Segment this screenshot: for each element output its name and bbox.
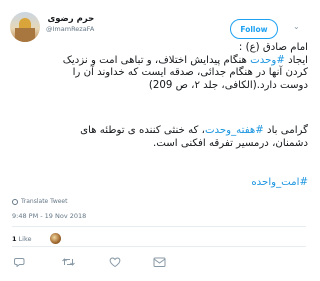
tweet-text: هنگام پیدایش اختلاف، و تباهی امت و نزدیک xyxy=(62,54,251,66)
divider xyxy=(12,226,306,227)
likes-label: Like xyxy=(18,235,32,243)
heart-icon xyxy=(109,257,121,268)
tweet-line: امام صادق (ع) : xyxy=(238,42,308,53)
tweet-text-paragraph-2: گرامی باد #هفته_وحدت، که خنثی کننده ی تو… xyxy=(8,125,308,150)
tweet-actions-bar xyxy=(0,255,318,269)
divider xyxy=(12,246,306,247)
user-info[interactable]: حرم رضوی @ImamRezaFA xyxy=(46,14,94,34)
tweet-line: دوست دارد.(الکافی، جلد ۲، ص 209) xyxy=(148,79,308,91)
more-options-chevron-down-icon[interactable]: ⌄ xyxy=(293,22,300,31)
like-button[interactable] xyxy=(109,255,121,269)
globe-icon xyxy=(12,198,18,205)
follow-button[interactable]: Follow xyxy=(230,19,278,39)
tweet-line: ایجاد #وحدت هنگام پیدایش اختلاف، و تباهی… xyxy=(8,55,308,68)
retweet-icon xyxy=(62,258,75,266)
hashtag-link[interactable]: #امت_واحده xyxy=(251,177,308,188)
tweet-line: دشمنان، درمسیر تفرقه افکنی است. xyxy=(152,137,308,149)
hashtag-link[interactable]: #وحدت xyxy=(250,55,285,66)
likes-number: 1 xyxy=(12,235,17,243)
tweet-text-paragraph-3: #امت_واحده xyxy=(8,177,308,190)
translate-tweet-link[interactable]: Translate Tweet xyxy=(12,198,67,205)
translate-label[interactable]: Translate Tweet xyxy=(21,198,67,205)
envelope-icon xyxy=(153,257,166,267)
tweet-line: گرامی باد #هفته_وحدت، که خنثی کننده ی تو… xyxy=(8,125,308,138)
tweet-timestamp[interactable]: 9:48 PM - 19 Nov 2018 xyxy=(12,212,86,220)
hashtag-link[interactable]: #هفته_وحدت xyxy=(205,125,264,136)
retweet-button[interactable] xyxy=(62,255,75,269)
tweet-line: #امت_واحده xyxy=(8,177,308,190)
tweet-text-paragraph-1: امام صادق (ع) : ایجاد #وحدت هنگام پیدایش… xyxy=(8,42,308,92)
direct-message-button[interactable] xyxy=(153,255,166,269)
tweet-text: ایجاد xyxy=(284,54,308,66)
tweet-line: کردن آنها در هنگام جدائی، صدقه ایست که خ… xyxy=(72,67,308,79)
reply-button[interactable] xyxy=(14,255,26,269)
shrine-building-image xyxy=(15,28,35,42)
tweet-text: ، که خنثی کننده ی توطئه های xyxy=(80,125,205,136)
display-name[interactable]: حرم رضوی xyxy=(46,14,94,25)
user-handle[interactable]: @ImamRezaFA xyxy=(46,25,94,34)
tweet-text: گرامی باد xyxy=(263,125,308,136)
liker-avatar[interactable] xyxy=(50,233,61,244)
likes-count[interactable]: 1 Like xyxy=(12,235,32,243)
user-avatar[interactable] xyxy=(10,12,40,42)
reply-icon xyxy=(14,258,25,267)
